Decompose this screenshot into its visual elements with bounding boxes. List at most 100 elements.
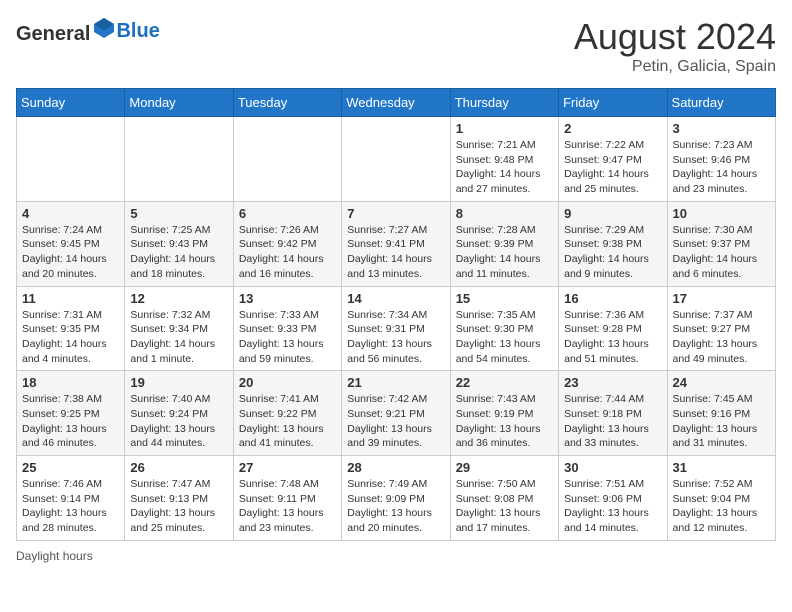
day-number: 16: [564, 291, 661, 306]
calendar-week-row: 1 Sunrise: 7:21 AM Sunset: 9:48 PM Daylig…: [17, 117, 776, 202]
calendar-day-cell: 22 Sunrise: 7:43 AM Sunset: 9:19 PM Dayli…: [450, 371, 558, 456]
day-info: Sunrise: 7:38 AM Sunset: 9:25 PM Dayligh…: [22, 392, 119, 451]
day-number: 25: [22, 460, 119, 475]
day-number: 3: [673, 121, 770, 136]
day-number: 19: [130, 375, 227, 390]
calendar-day-cell: 11 Sunrise: 7:31 AM Sunset: 9:35 PM Dayli…: [17, 286, 125, 371]
day-number: 28: [347, 460, 444, 475]
day-info: Sunrise: 7:37 AM Sunset: 9:27 PM Dayligh…: [673, 308, 770, 367]
day-info: Sunrise: 7:29 AM Sunset: 9:38 PM Dayligh…: [564, 223, 661, 282]
weekday-header: Wednesday: [342, 89, 450, 117]
day-number: 26: [130, 460, 227, 475]
day-info: Sunrise: 7:26 AM Sunset: 9:42 PM Dayligh…: [239, 223, 336, 282]
day-number: 31: [673, 460, 770, 475]
calendar-day-cell: 19 Sunrise: 7:40 AM Sunset: 9:24 PM Dayli…: [125, 371, 233, 456]
calendar-day-cell: 5 Sunrise: 7:25 AM Sunset: 9:43 PM Daylig…: [125, 201, 233, 286]
day-number: 22: [456, 375, 553, 390]
month-year-title: August 2024: [574, 16, 776, 58]
day-number: 12: [130, 291, 227, 306]
logo-icon: [92, 16, 116, 40]
day-number: 23: [564, 375, 661, 390]
calendar-day-cell: 25Sunrise: 7:46 AM Sunset: 9:14 PM Dayli…: [17, 456, 125, 541]
day-info: Sunrise: 7:31 AM Sunset: 9:35 PM Dayligh…: [22, 308, 119, 367]
day-info: Sunrise: 7:23 AM Sunset: 9:46 PM Dayligh…: [673, 138, 770, 197]
calendar-day-cell: 31 Sunrise: 7:52 AM Sunset: 9:04 PM Dayli…: [667, 456, 775, 541]
calendar-day-cell: 20 Sunrise: 7:41 AM Sunset: 9:22 PM Dayli…: [233, 371, 341, 456]
day-number: 17: [673, 291, 770, 306]
day-number: 20: [239, 375, 336, 390]
logo-blue-text: Blue: [116, 20, 159, 43]
calendar-week-row: 18 Sunrise: 7:38 AM Sunset: 9:25 PM Dayli…: [17, 371, 776, 456]
calendar-day-cell: 7Sunrise: 7:27 AM Sunset: 9:41 PM Daylig…: [342, 201, 450, 286]
calendar-day-cell: 14 Sunrise: 7:34 AM Sunset: 9:31 PM Dayli…: [342, 286, 450, 371]
day-number: 4: [22, 206, 119, 221]
calendar-day-cell: 2Sunrise: 7:22 AM Sunset: 9:47 PM Daylig…: [559, 117, 667, 202]
day-info: Sunrise: 7:32 AM Sunset: 9:34 PM Dayligh…: [130, 308, 227, 367]
day-info: Sunrise: 7:49 AM Sunset: 9:09 PM Dayligh…: [347, 477, 444, 536]
calendar-day-cell: 23 Sunrise: 7:44 AM Sunset: 9:18 PM Dayli…: [559, 371, 667, 456]
day-info: Sunrise: 7:36 AM Sunset: 9:28 PM Dayligh…: [564, 308, 661, 367]
day-number: 30: [564, 460, 661, 475]
day-info: Sunrise: 7:40 AM Sunset: 9:24 PM Dayligh…: [130, 392, 227, 451]
day-number: 2: [564, 121, 661, 136]
day-info: Sunrise: 7:21 AM Sunset: 9:48 PM Dayligh…: [456, 138, 553, 197]
calendar-day-cell: 17 Sunrise: 7:37 AM Sunset: 9:27 PM Dayli…: [667, 286, 775, 371]
day-info: Sunrise: 7:24 AM Sunset: 9:45 PM Dayligh…: [22, 223, 119, 282]
calendar-day-cell: 6 Sunrise: 7:26 AM Sunset: 9:42 PM Daylig…: [233, 201, 341, 286]
day-number: 6: [239, 206, 336, 221]
day-number: 10: [673, 206, 770, 221]
day-info: Sunrise: 7:43 AM Sunset: 9:19 PM Dayligh…: [456, 392, 553, 451]
calendar-day-cell: 29 Sunrise: 7:50 AM Sunset: 9:08 PM Dayli…: [450, 456, 558, 541]
logo: General Blue: [16, 16, 160, 46]
day-number: 29: [456, 460, 553, 475]
calendar-week-row: 11 Sunrise: 7:31 AM Sunset: 9:35 PM Dayli…: [17, 286, 776, 371]
day-info: Sunrise: 7:44 AM Sunset: 9:18 PM Dayligh…: [564, 392, 661, 451]
day-info: Sunrise: 7:45 AM Sunset: 9:16 PM Dayligh…: [673, 392, 770, 451]
day-info: Sunrise: 7:50 AM Sunset: 9:08 PM Dayligh…: [456, 477, 553, 536]
calendar-day-cell: [233, 117, 341, 202]
day-number: 14: [347, 291, 444, 306]
logo-general-text: General: [16, 16, 116, 46]
calendar-day-cell: 4 Sunrise: 7:24 AM Sunset: 9:45 PM Daylig…: [17, 201, 125, 286]
day-info: Sunrise: 7:52 AM Sunset: 9:04 PM Dayligh…: [673, 477, 770, 536]
calendar-day-cell: 8Sunrise: 7:28 AM Sunset: 9:39 PM Daylig…: [450, 201, 558, 286]
calendar-day-cell: 21Sunrise: 7:42 AM Sunset: 9:21 PM Dayli…: [342, 371, 450, 456]
calendar-day-cell: 13 Sunrise: 7:33 AM Sunset: 9:33 PM Dayli…: [233, 286, 341, 371]
weekday-header: Friday: [559, 89, 667, 117]
day-info: Sunrise: 7:42 AM Sunset: 9:21 PM Dayligh…: [347, 392, 444, 451]
day-info: Sunrise: 7:25 AM Sunset: 9:43 PM Dayligh…: [130, 223, 227, 282]
day-number: 5: [130, 206, 227, 221]
day-info: Sunrise: 7:47 AM Sunset: 9:13 PM Dayligh…: [130, 477, 227, 536]
day-info: Sunrise: 7:27 AM Sunset: 9:41 PM Dayligh…: [347, 223, 444, 282]
title-block: August 2024 Petin, Galicia, Spain: [574, 16, 776, 76]
day-number: 11: [22, 291, 119, 306]
day-number: 27: [239, 460, 336, 475]
calendar-day-cell: [125, 117, 233, 202]
calendar-day-cell: 18 Sunrise: 7:38 AM Sunset: 9:25 PM Dayli…: [17, 371, 125, 456]
footer-note: Daylight hours: [16, 549, 776, 563]
day-info: Sunrise: 7:34 AM Sunset: 9:31 PM Dayligh…: [347, 308, 444, 367]
day-info: Sunrise: 7:48 AM Sunset: 9:11 PM Dayligh…: [239, 477, 336, 536]
calendar-day-cell: 28 Sunrise: 7:49 AM Sunset: 9:09 PM Dayli…: [342, 456, 450, 541]
day-info: Sunrise: 7:41 AM Sunset: 9:22 PM Dayligh…: [239, 392, 336, 451]
calendar-day-cell: 15Sunrise: 7:35 AM Sunset: 9:30 PM Dayli…: [450, 286, 558, 371]
weekday-header: Tuesday: [233, 89, 341, 117]
calendar-week-row: 25Sunrise: 7:46 AM Sunset: 9:14 PM Dayli…: [17, 456, 776, 541]
day-number: 8: [456, 206, 553, 221]
day-number: 9: [564, 206, 661, 221]
day-info: Sunrise: 7:33 AM Sunset: 9:33 PM Dayligh…: [239, 308, 336, 367]
day-info: Sunrise: 7:30 AM Sunset: 9:37 PM Dayligh…: [673, 223, 770, 282]
day-number: 15: [456, 291, 553, 306]
day-number: 1: [456, 121, 553, 136]
calendar-day-cell: [342, 117, 450, 202]
day-number: 24: [673, 375, 770, 390]
calendar-day-cell: 27 Sunrise: 7:48 AM Sunset: 9:11 PM Dayli…: [233, 456, 341, 541]
day-number: 18: [22, 375, 119, 390]
calendar-table: SundayMondayTuesdayWednesdayThursdayFrid…: [16, 88, 776, 541]
calendar-day-cell: 16 Sunrise: 7:36 AM Sunset: 9:28 PM Dayli…: [559, 286, 667, 371]
calendar-day-cell: 30Sunrise: 7:51 AM Sunset: 9:06 PM Dayli…: [559, 456, 667, 541]
calendar-day-cell: 12 Sunrise: 7:32 AM Sunset: 9:34 PM Dayli…: [125, 286, 233, 371]
calendar-day-cell: [17, 117, 125, 202]
weekday-header: Thursday: [450, 89, 558, 117]
day-number: 13: [239, 291, 336, 306]
